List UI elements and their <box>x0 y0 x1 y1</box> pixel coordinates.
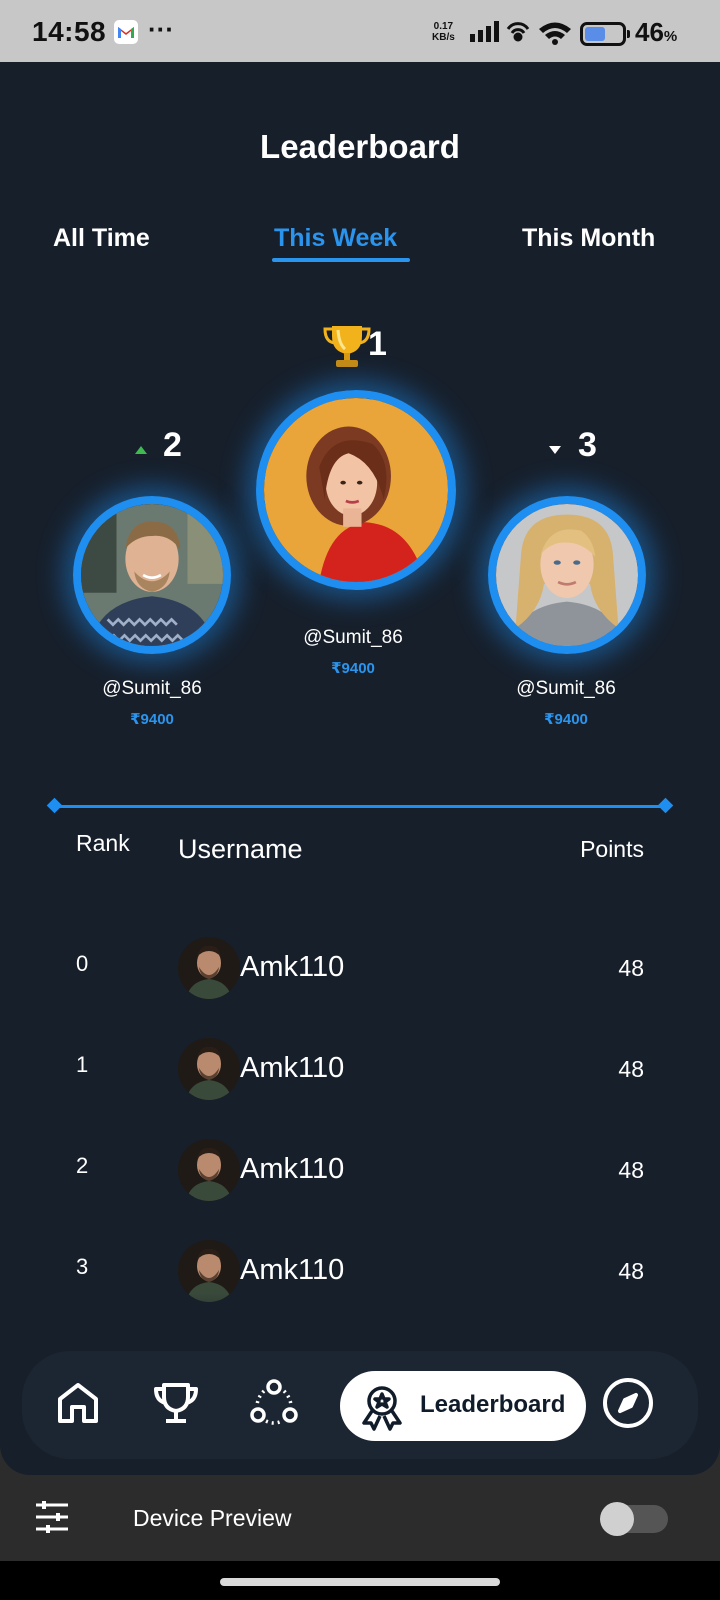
second-place-username: @Sumit_86 <box>102 678 202 699</box>
device-preview-toggle[interactable] <box>600 1502 668 1536</box>
second-place-amount: ₹9400 <box>130 711 174 728</box>
rank-up-icon <box>134 442 148 460</box>
trophy-icon <box>322 320 372 375</box>
row-points: 48 <box>618 1258 644 1284</box>
net-speed: 0.17 KB/s <box>432 21 455 43</box>
row-rank: 3 <box>76 1254 89 1279</box>
explore-icon[interactable] <box>600 1375 656 1431</box>
hotspot-icon <box>505 20 531 51</box>
battery-percent: 46% <box>635 17 678 47</box>
device-preview-label: Device Preview <box>133 1505 292 1531</box>
row-avatar <box>178 937 240 999</box>
row-points: 48 <box>618 1056 644 1082</box>
row-username: Amk110 <box>240 1052 345 1084</box>
row-rank: 2 <box>76 1153 89 1178</box>
row-username: Amk110 <box>240 1153 345 1185</box>
tab-this-week[interactable]: This Week <box>274 224 397 253</box>
tab-all-time[interactable]: All Time <box>53 224 150 253</box>
settings-sliders-icon[interactable] <box>34 1499 70 1540</box>
wifi-icon <box>538 20 572 51</box>
device-preview-bar: Device Preview <box>0 1475 720 1561</box>
rank-down-icon <box>548 442 562 460</box>
page-title: Leaderboard <box>260 128 460 165</box>
row-avatar <box>178 1139 240 1201</box>
home-icon[interactable] <box>50 1375 106 1431</box>
points-column-header: Points <box>580 836 644 862</box>
row-points: 48 <box>618 1157 644 1183</box>
third-place-rank: 3 <box>578 426 597 464</box>
leaderboard-screen: Leaderboard All Time This Week This Mont… <box>0 62 720 1475</box>
table-row[interactable]: 0 Amk110 48 <box>0 937 720 1007</box>
tab-this-month[interactable]: This Month <box>522 224 655 253</box>
battery-icon <box>580 22 630 46</box>
leaderboard-icon <box>354 1379 410 1435</box>
community-icon[interactable] <box>246 1375 302 1431</box>
row-avatar <box>178 1038 240 1100</box>
third-place-avatar[interactable] <box>488 496 646 654</box>
status-bar: 14:58 ··· 0.17 KB/s 46% <box>0 0 720 62</box>
net-speed-unit: KB/s <box>432 32 455 43</box>
first-place-username: @Sumit_86 <box>303 627 403 648</box>
home-indicator[interactable] <box>220 1578 500 1586</box>
row-rank: 1 <box>76 1052 89 1077</box>
gmail-icon <box>114 20 138 44</box>
first-place-amount: ₹9400 <box>331 660 375 677</box>
username-column-header: Username <box>178 834 303 864</box>
rank-column-header: Rank <box>76 830 130 856</box>
third-place-amount: ₹9400 <box>544 711 588 728</box>
row-username: Amk110 <box>240 951 345 983</box>
leaderboard-nav-button[interactable]: Leaderboard <box>340 1371 586 1441</box>
first-place-avatar[interactable] <box>256 390 456 590</box>
bottom-nav: Leaderboard <box>22 1351 698 1459</box>
section-divider <box>46 797 674 814</box>
row-username: Amk110 <box>240 1254 345 1286</box>
status-time: 14:58 <box>32 16 107 47</box>
second-place-avatar[interactable] <box>73 496 231 654</box>
first-place-rank: 1 <box>368 325 387 363</box>
list-fade <box>0 1292 720 1352</box>
table-row[interactable]: 1 Amk110 48 <box>0 1038 720 1108</box>
leaderboard-nav-label: Leaderboard <box>420 1391 566 1418</box>
more-dots-icon: ··· <box>148 14 174 44</box>
table-row[interactable]: 2 Amk110 48 <box>0 1139 720 1209</box>
net-speed-value: 0.17 <box>433 21 454 32</box>
second-place-rank: 2 <box>163 426 182 464</box>
third-place-username: @Sumit_86 <box>516 678 616 699</box>
active-tab-indicator <box>272 258 410 262</box>
trophy-icon[interactable] <box>148 1375 204 1431</box>
signal-icon <box>470 21 500 48</box>
row-rank: 0 <box>76 951 89 976</box>
row-points: 48 <box>618 955 644 981</box>
